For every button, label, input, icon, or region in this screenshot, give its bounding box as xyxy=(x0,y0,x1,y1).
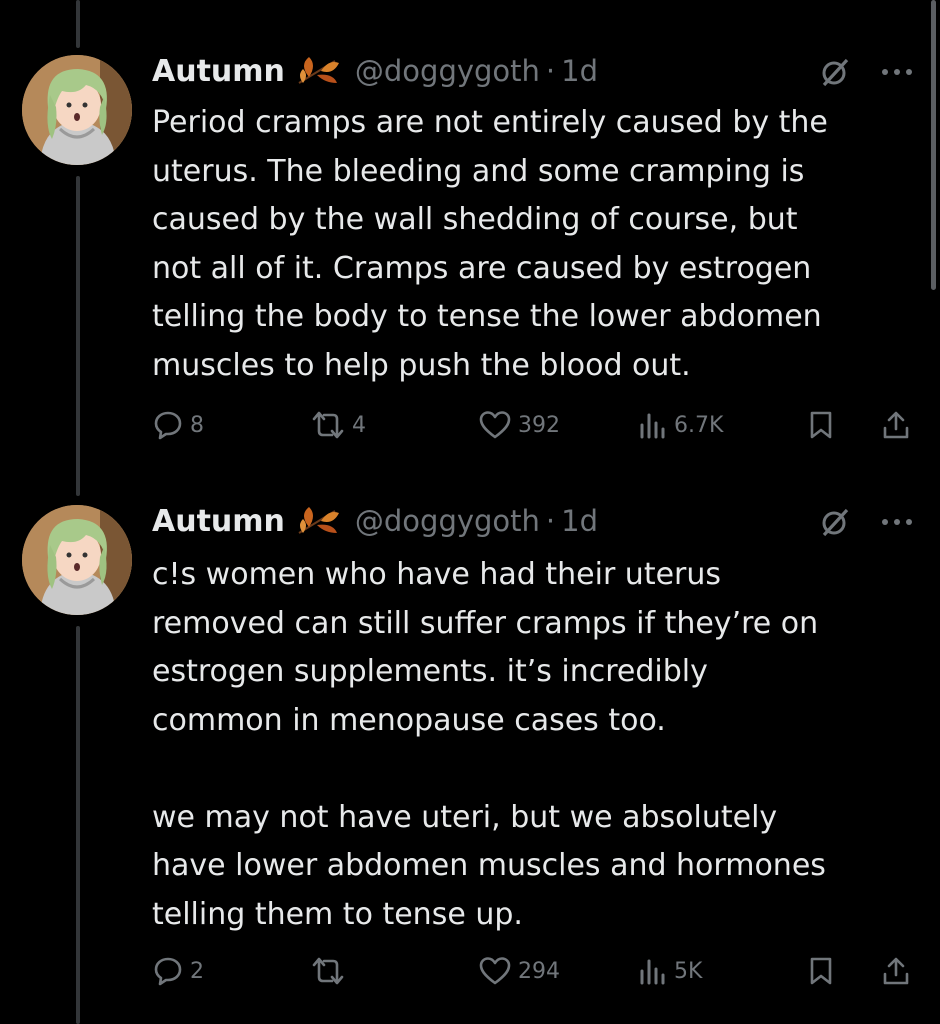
action-bar: 2 294 5K xyxy=(150,951,920,991)
tweet-text: c!s women who have had their uterus remo… xyxy=(152,557,826,932)
reply-count: 2 xyxy=(190,958,204,984)
tweet[interactable]: Autumn @doggygoth · 1d c!s women who hav… xyxy=(0,0,940,1024)
like-button[interactable]: 294 xyxy=(478,951,560,991)
more-options-icon[interactable] xyxy=(875,502,919,542)
autumn-leaf-icon xyxy=(295,503,341,539)
separator-dot: · xyxy=(545,504,556,538)
repost-button[interactable] xyxy=(310,951,352,991)
reply-button[interactable]: 2 xyxy=(152,951,204,991)
view-count: 5K xyxy=(674,958,703,984)
author-handle[interactable]: @doggygoth xyxy=(355,504,540,538)
avatar[interactable] xyxy=(22,505,132,615)
bookmark-button[interactable] xyxy=(806,951,836,991)
share-button[interactable] xyxy=(880,951,912,991)
like-count: 294 xyxy=(518,958,560,984)
views-button[interactable]: 5K xyxy=(638,951,702,991)
timestamp[interactable]: 1d xyxy=(561,504,598,538)
author-name[interactable]: Autumn xyxy=(152,504,285,539)
grok-icon[interactable] xyxy=(815,502,855,542)
tweet-header: Autumn @doggygoth · 1d xyxy=(152,501,598,541)
